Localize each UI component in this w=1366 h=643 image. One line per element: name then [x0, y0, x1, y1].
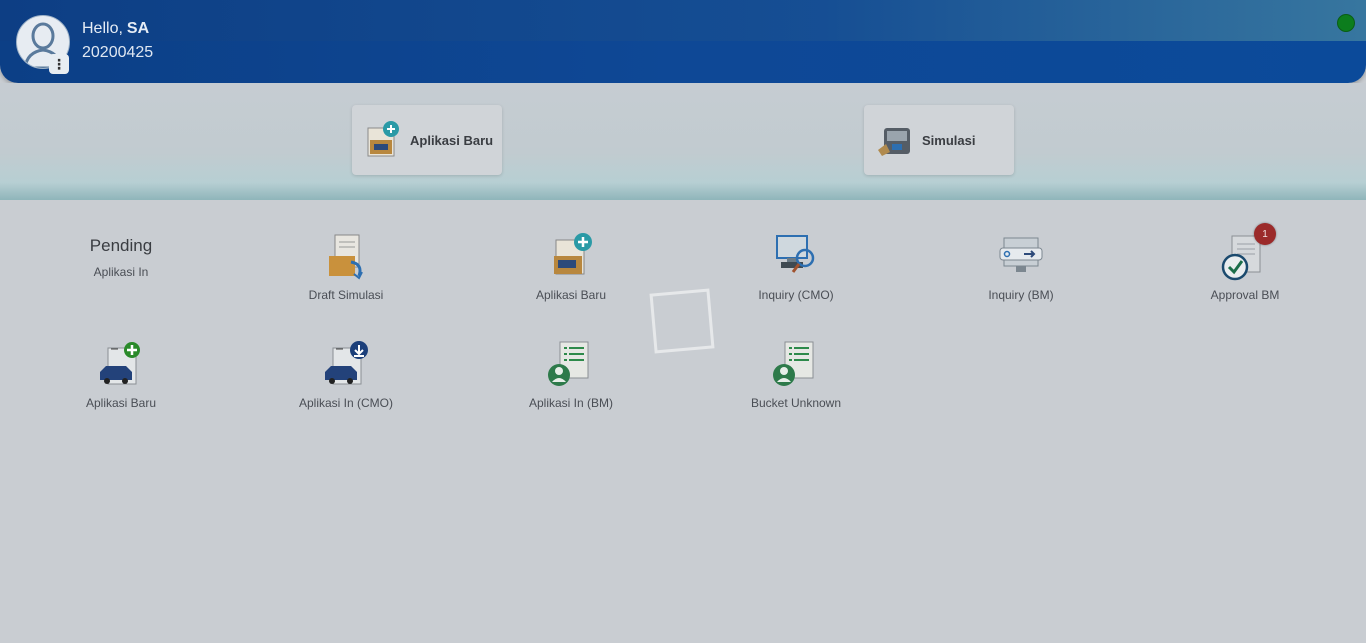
menu-new-application[interactable]: Aplikasi Baru	[481, 232, 661, 302]
inquiry-bm-icon	[996, 232, 1046, 282]
pending-subtitle: Aplikasi In	[93, 265, 149, 279]
menu-label: Aplikasi In (BM)	[528, 396, 614, 410]
new-car-application-icon	[96, 340, 146, 390]
quick-new-application-label: Aplikasi Baru	[410, 132, 494, 148]
new-application-icon	[362, 120, 402, 160]
menu-application-in-cmo[interactable]: Aplikasi In (CMO)	[256, 340, 436, 410]
online-status-icon	[1337, 14, 1355, 32]
menu-label: Inquiry (CMO)	[758, 288, 834, 302]
quick-simulation-button[interactable]: Simulasi	[864, 105, 1014, 175]
approval-icon: 1	[1220, 223, 1276, 282]
bucket-unknown-icon	[771, 340, 821, 390]
simulation-icon	[874, 120, 914, 160]
inquiry-cmo-icon	[771, 232, 821, 282]
menu-label: Inquiry (BM)	[988, 288, 1054, 302]
quick-simulation-label: Simulasi	[922, 132, 976, 148]
menu-draft-simulation[interactable]: Draft Simulasi	[256, 232, 436, 302]
pending-section: Pending Aplikasi In	[31, 236, 211, 279]
loading-spinner-icon	[649, 288, 715, 354]
draft-simulation-icon	[321, 232, 371, 282]
user-id: 20200425	[82, 44, 154, 61]
menu-inquiry-bm[interactable]: Inquiry (BM)	[931, 232, 1111, 302]
greeting-prefix: Hello	[82, 20, 119, 37]
menu-label: Aplikasi Baru	[85, 396, 157, 410]
user-name: SA	[126, 20, 150, 37]
pending-title: Pending	[89, 236, 153, 255]
notification-badge: 1	[1254, 223, 1276, 245]
application-in-cmo-icon	[321, 340, 371, 390]
application-in-bm-icon	[546, 340, 596, 390]
menu-label: Draft Simulasi	[308, 288, 384, 302]
menu-application-in-bm[interactable]: Aplikasi In (BM)	[481, 340, 661, 410]
menu-inquiry-cmo[interactable]: Inquiry (CMO)	[706, 232, 886, 302]
menu-label: Aplikasi Baru	[535, 288, 607, 302]
app-header: ⋮ Hello, SA 20200425	[0, 0, 1366, 83]
quick-new-application-button[interactable]: Aplikasi Baru	[352, 105, 502, 175]
menu-new-car-application[interactable]: Aplikasi Baru	[31, 340, 211, 410]
greeting: Hello, SA	[82, 20, 149, 38]
menu-bucket-unknown[interactable]: Bucket Unknown	[706, 340, 886, 410]
menu-label: Bucket Unknown	[750, 396, 842, 410]
quick-actions-band	[0, 83, 1366, 200]
more-vert-icon[interactable]: ⋮	[49, 54, 69, 74]
menu-label: Approval BM	[1210, 288, 1280, 302]
greeting-comma: ,	[118, 20, 123, 37]
header-strip	[0, 0, 1366, 41]
menu-approval-bm[interactable]: 1 Approval BM	[1155, 223, 1335, 302]
new-application-icon	[546, 232, 596, 282]
menu-label: Aplikasi In (CMO)	[298, 396, 393, 410]
